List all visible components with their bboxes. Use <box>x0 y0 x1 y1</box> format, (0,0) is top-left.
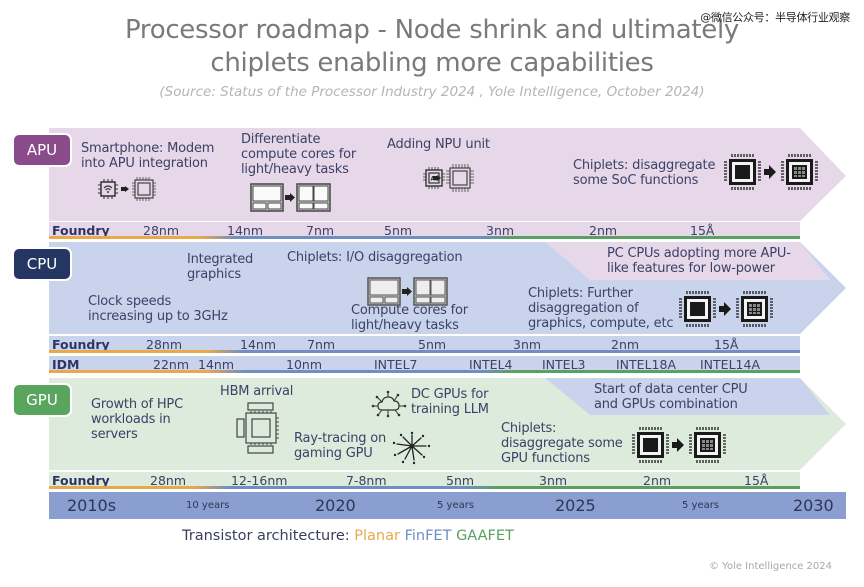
cpu-idm-row: IDM 22nm 14nm 10nm INTEL7 INTEL4 INTEL3 … <box>49 356 800 373</box>
gpu-milestone-dc-llm: DC GPUs for training LLM <box>411 387 489 417</box>
gpu-foundry-tech-line <box>49 486 800 489</box>
gpu-milestone-ray-tracing: Ray-tracing on gaming GPU <box>294 431 387 461</box>
timeline-year: 2020 <box>315 496 356 515</box>
gpu-foundry-row: Foundry 28nm 12-16nm 7-8nm 5nm 3nm 2nm 1… <box>49 472 800 489</box>
chiplet-icon <box>679 291 773 327</box>
gpu-milestone-hpc: Growth of HPC workloads in servers <box>91 397 183 442</box>
apu-milestone-differentiate: Differentiate compute cores for light/he… <box>241 132 357 177</box>
cpu-milestone-apu-features: PC CPUs adopting more APU- like features… <box>607 246 791 276</box>
gpu-milestone-dc-cpu-gpu: Start of data center CPU and GPUs combin… <box>594 382 748 412</box>
gpu-badge: GPU <box>14 385 70 415</box>
cpu-foundry-row: Foundry 28nm 14nm 7nm 5nm 3nm 2nm 15Å <box>49 336 800 353</box>
cpu-milestone-clock-speeds: Clock speeds increasing up to 3GHz <box>88 294 228 324</box>
chiplet-icon <box>724 154 818 190</box>
cpu-foundry-tech-line <box>49 350 800 353</box>
apu-foundry-tech-line <box>49 236 800 239</box>
fireworks-icon <box>392 431 431 465</box>
timeline-gap: 10 years <box>186 500 230 511</box>
chiplet-icon <box>632 427 726 463</box>
arrow-right-icon <box>121 186 129 192</box>
gpu-milestone-chiplets: Chiplets: disaggregate some GPU function… <box>501 421 623 466</box>
timeline-year: 2010s <box>67 496 117 515</box>
cpu-idm-tech-line <box>49 370 800 373</box>
cpu-milestone-integrated-graphics: Integrated graphics <box>187 252 254 282</box>
legend-gaafet: GAAFET <box>456 528 514 544</box>
timeline-gap: 5 years <box>437 500 475 511</box>
timeline-year: 2030 <box>793 496 834 515</box>
apu-milestone-modem: Smartphone: Modem into APU integration <box>81 141 215 171</box>
chip-icon <box>446 164 474 192</box>
legend-finfet: FinFET <box>404 528 452 544</box>
cpu-milestone-compute-cores: Compute cores for light/heavy tasks <box>351 303 468 333</box>
cloud-network-icon <box>371 390 407 418</box>
apu-foundry-row: Foundry 28nm 14nm 7nm 5nm 3nm 2nm 15Å <box>49 222 800 239</box>
legend-prefix: Transistor architecture: <box>182 528 350 544</box>
timeline-bar: 2010s 10 years 2020 5 years 2025 5 years… <box>49 492 846 519</box>
apu-badge: APU <box>14 135 70 165</box>
chip-icon <box>132 177 156 201</box>
core-layout-icon <box>250 183 331 212</box>
cpu-milestone-further-chiplets: Chiplets: Further disaggregation of grap… <box>528 286 674 331</box>
timeline-year: 2025 <box>555 496 596 515</box>
arrow-right-icon <box>433 175 441 181</box>
cpu-milestone-io-disaggregation: Chiplets: I/O disaggregation <box>287 250 463 265</box>
legend-planar: Planar <box>354 528 400 544</box>
gpu-milestone-hbm: HBM arrival <box>220 384 294 399</box>
timeline-gap: 5 years <box>682 500 720 511</box>
copyright: © Yole Intelligence 2024 <box>709 561 832 572</box>
apu-milestone-npu: Adding NPU unit <box>387 137 490 152</box>
cpu-badge: CPU <box>14 249 70 279</box>
apu-milestone-chiplets: Chiplets: disaggregate some SoC function… <box>573 158 716 188</box>
wifi-chip-icon <box>98 179 118 199</box>
transistor-legend: Transistor architecture: Planar FinFET G… <box>182 528 514 544</box>
core-layout-icon <box>367 277 448 306</box>
hbm-icon <box>236 402 279 454</box>
